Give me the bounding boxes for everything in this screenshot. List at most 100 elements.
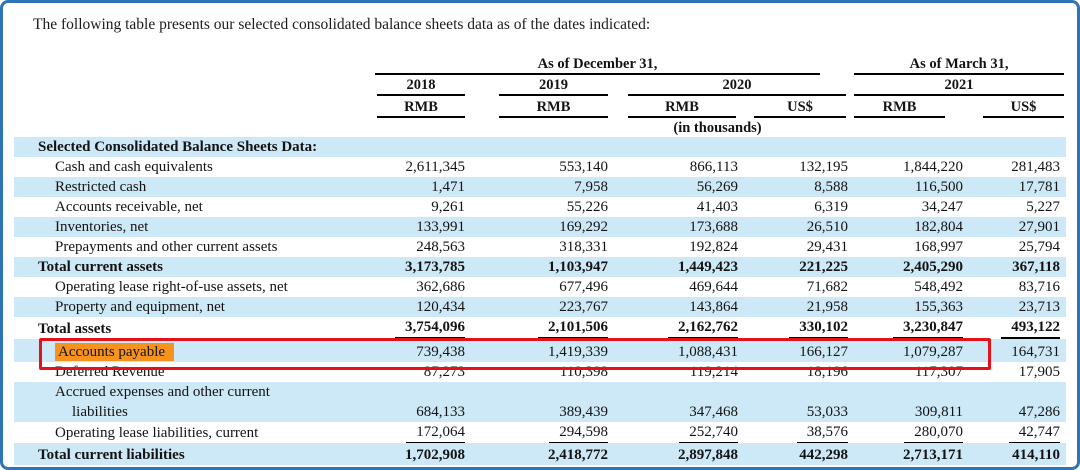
cell-value: 280,070 — [904, 422, 963, 443]
table-row: Prepayments and other current assets248,… — [14, 237, 1066, 257]
table-header: As of December 31,As of March 31,2018201… — [14, 55, 1066, 137]
row-label: Property and equipment, net — [14, 297, 369, 317]
cell-value: 25,794 — [1019, 239, 1060, 255]
cell-value: 309,811 — [915, 404, 963, 420]
row-label: Deferred Revenue — [14, 362, 369, 382]
cell-value: 26,510 — [807, 219, 848, 235]
cell-value: 6,319 — [814, 199, 848, 215]
cell-value: 3,173,785 — [405, 259, 465, 275]
cell-value: 1,419,339 — [548, 344, 608, 360]
year-header: 2020 — [628, 77, 846, 96]
cell-value: 169,292 — [559, 219, 608, 235]
table-row: Deferred Revenue 87,273 110,398 119,214 18,1… — [14, 362, 1066, 382]
cell-value: 55,226 — [567, 199, 608, 215]
table-row: Accounts receivable, net 9,261 55,226 41,40… — [14, 197, 1066, 217]
cell-value: 132,195 — [799, 159, 848, 175]
cell-value: 83,716 — [1019, 279, 1060, 295]
row-label: Accounts receivable, net — [14, 197, 369, 217]
cell-value: 1,844,220 — [903, 159, 963, 175]
year-header: 2021 — [854, 77, 1064, 96]
cell-value: 442,298 — [799, 447, 848, 463]
row-label: Operating lease right-of-use assets, net — [14, 277, 369, 297]
cell-value: 414,110 — [1012, 447, 1060, 463]
cell-value: 168,997 — [914, 239, 963, 255]
cell-value: 119,214 — [690, 364, 738, 380]
cell-value: 1,079,287 — [903, 344, 963, 360]
cell-value: 182,804 — [914, 219, 963, 235]
cell-value: 116,500 — [915, 179, 963, 195]
cell-value: 330,102 — [789, 317, 848, 339]
table-row: Inventories, net 133,991 169,292 173,688 26,… — [14, 217, 1066, 237]
cell-value: 110,398 — [560, 364, 608, 380]
document-frame: The following table presents our selecte… — [0, 0, 1080, 470]
cell-value: 164,731 — [1011, 344, 1060, 360]
table-row: Accrued expenses and other currentliabil… — [14, 382, 1066, 422]
row-label: Accounts payable — [14, 339, 369, 362]
cell-value: 3,230,847 — [893, 317, 963, 339]
cell-value: 281,483 — [1011, 159, 1060, 175]
cell-value: 248,563 — [416, 239, 465, 255]
balance-sheet-table: As of December 31,As of March 31,2018201… — [14, 55, 1066, 465]
cell-value: 17,781 — [1019, 179, 1060, 195]
row-label: Accrued expenses and other currentliabil… — [14, 382, 369, 422]
cell-value: 5,227 — [1026, 199, 1060, 215]
cell-value: 2,101,506 — [538, 317, 608, 339]
cell-value: 9,261 — [431, 199, 465, 215]
cell-value: 117,307 — [915, 364, 963, 380]
cell-value: 155,363 — [914, 299, 963, 315]
cell-value: 133,991 — [416, 219, 465, 235]
table-row: Cash and cash equivalents 2,611,345 553,14… — [14, 157, 1066, 177]
table-body: Selected Consolidated Balance Sheets Dat… — [14, 137, 1066, 465]
cell-value: 2,162,762 — [668, 317, 738, 339]
table-row: Operating lease liabilities, current172,… — [14, 422, 1066, 443]
currency-header: RMB — [854, 99, 945, 118]
currency-header: US$ — [983, 99, 1064, 118]
cell-value: 17,905 — [1019, 364, 1060, 380]
cell-value: 120,434 — [416, 299, 465, 315]
table-row: Total current assets3,173,7851,103,9471,… — [14, 257, 1066, 277]
group-header: As of December 31, — [375, 56, 820, 75]
cell-value: 252,740 — [679, 422, 738, 443]
cell-value: 1,103,947 — [548, 259, 608, 275]
cell-value: 166,127 — [799, 344, 848, 360]
units-note: (in thousands) — [369, 120, 1066, 137]
cell-value: 7,958 — [574, 179, 608, 195]
currency-header: RMB — [377, 99, 465, 118]
cell-value: 739,438 — [416, 344, 465, 360]
cell-value: 2,405,290 — [903, 259, 963, 275]
cell-value: 143,864 — [689, 299, 738, 315]
year-header: 2019 — [499, 77, 608, 96]
cell-value: 71,682 — [807, 279, 848, 295]
cell-value: 684,133 — [416, 404, 465, 420]
cell-value: 41,403 — [697, 199, 738, 215]
currency-header: RMB — [499, 99, 608, 118]
cell-value: 367,118 — [1012, 259, 1060, 275]
cell-value: 34,247 — [922, 199, 963, 215]
cell-value: 1,088,431 — [678, 344, 738, 360]
cell-value: 18,196 — [807, 364, 848, 380]
cell-value: 389,439 — [559, 404, 608, 420]
row-label: Total current liabilities — [14, 443, 369, 465]
table-row: Accounts payable 739,438 1,419,339 1,088,43… — [14, 339, 1066, 362]
intro-text: The following table presents our selecte… — [3, 3, 1077, 35]
table-row: Selected Consolidated Balance Sheets Dat… — [14, 137, 1066, 157]
cell-value: 87,273 — [424, 364, 465, 380]
cell-value: 553,140 — [559, 159, 608, 175]
cell-value: 2,897,848 — [678, 447, 738, 463]
cell-value: 173,688 — [689, 219, 738, 235]
cell-value: 2,418,772 — [548, 447, 608, 463]
cell-value: 2,713,171 — [903, 447, 963, 463]
row-label: Restricted cash — [14, 177, 369, 197]
cell-value: 347,468 — [689, 404, 738, 420]
table-row: Operating lease right-of-use assets, net… — [14, 277, 1066, 297]
currency-header: RMB — [628, 99, 736, 118]
cell-value: 23,713 — [1019, 299, 1060, 315]
cell-value: 221,225 — [799, 259, 848, 275]
cell-value: 1,471 — [431, 179, 465, 195]
cell-value: 47,286 — [1019, 404, 1060, 420]
row-label: Inventories, net — [14, 217, 369, 237]
table-row: Restricted cash1,4717,95856,2698,588116,… — [14, 177, 1066, 197]
row-label: Cash and cash equivalents — [14, 157, 369, 177]
row-label: Selected Consolidated Balance Sheets Dat… — [14, 137, 369, 157]
cell-value: 2,611,345 — [406, 159, 465, 175]
